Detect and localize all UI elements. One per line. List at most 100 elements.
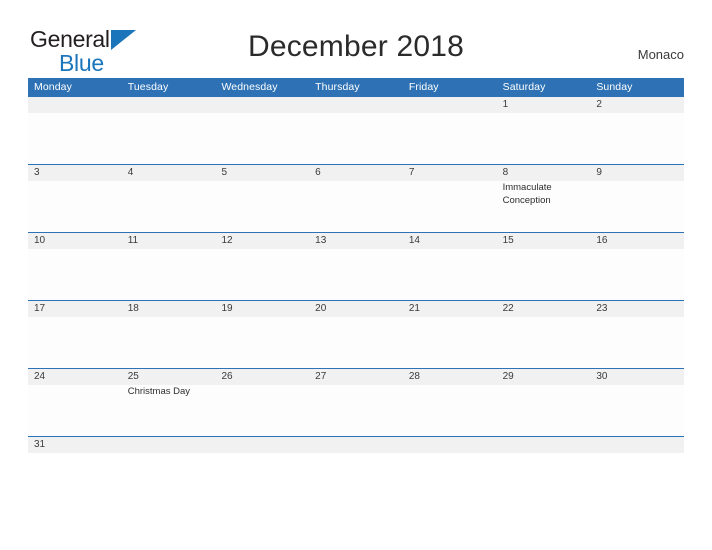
week-event-band bbox=[28, 113, 684, 164]
day-number[interactable]: 12 bbox=[215, 233, 309, 249]
day-cell[interactable] bbox=[590, 181, 684, 232]
day-number[interactable]: 23 bbox=[590, 301, 684, 317]
day-number[interactable]: 6 bbox=[309, 165, 403, 181]
weekday-header-row: Monday Tuesday Wednesday Thursday Friday… bbox=[28, 78, 684, 96]
day-number[interactable]: 1 bbox=[497, 97, 591, 113]
week-date-band: 10 11 12 13 14 15 16 bbox=[28, 233, 684, 249]
day-number[interactable]: 16 bbox=[590, 233, 684, 249]
day-number[interactable] bbox=[403, 437, 497, 453]
day-number[interactable]: 31 bbox=[28, 437, 122, 453]
day-number[interactable] bbox=[215, 437, 309, 453]
day-cell[interactable] bbox=[28, 385, 122, 436]
day-cell[interactable] bbox=[122, 113, 216, 164]
day-number[interactable]: 4 bbox=[122, 165, 216, 181]
day-cell[interactable] bbox=[28, 181, 122, 232]
day-number[interactable]: 14 bbox=[403, 233, 497, 249]
day-cell[interactable] bbox=[215, 113, 309, 164]
day-number[interactable]: 8 bbox=[497, 165, 591, 181]
day-cell[interactable] bbox=[590, 249, 684, 300]
day-number[interactable]: 25 bbox=[122, 369, 216, 385]
day-cell[interactable] bbox=[590, 113, 684, 164]
day-cell[interactable] bbox=[403, 249, 497, 300]
week-event-band: Immaculate Conception bbox=[28, 181, 684, 232]
day-cell[interactable] bbox=[28, 113, 122, 164]
day-number[interactable] bbox=[497, 437, 591, 453]
day-number[interactable] bbox=[122, 97, 216, 113]
day-number[interactable]: 30 bbox=[590, 369, 684, 385]
day-number[interactable]: 26 bbox=[215, 369, 309, 385]
day-number[interactable] bbox=[309, 97, 403, 113]
day-number[interactable]: 13 bbox=[309, 233, 403, 249]
day-cell[interactable] bbox=[28, 249, 122, 300]
day-number[interactable] bbox=[590, 437, 684, 453]
day-cell[interactable] bbox=[215, 385, 309, 436]
week-row: 1 2 bbox=[28, 96, 684, 164]
day-number[interactable]: 21 bbox=[403, 301, 497, 317]
day-number[interactable]: 18 bbox=[122, 301, 216, 317]
day-number[interactable]: 10 bbox=[28, 233, 122, 249]
day-cell[interactable] bbox=[215, 249, 309, 300]
day-number[interactable] bbox=[215, 97, 309, 113]
week-date-band: 3 4 5 6 7 8 9 bbox=[28, 165, 684, 181]
week-date-band: 24 25 26 27 28 29 30 bbox=[28, 369, 684, 385]
week-event-band: Christmas Day bbox=[28, 385, 684, 436]
day-cell[interactable] bbox=[122, 181, 216, 232]
week-event-band bbox=[28, 317, 684, 368]
day-cell[interactable] bbox=[215, 317, 309, 368]
week-row: 17 18 19 20 21 22 23 bbox=[28, 300, 684, 368]
day-number[interactable] bbox=[122, 437, 216, 453]
week-date-band: 1 2 bbox=[28, 97, 684, 113]
day-cell[interactable] bbox=[309, 249, 403, 300]
day-cell[interactable] bbox=[309, 385, 403, 436]
day-number[interactable]: 5 bbox=[215, 165, 309, 181]
weekday-header-saturday: Saturday bbox=[502, 81, 546, 93]
weekday-header-sunday: Sunday bbox=[596, 81, 633, 93]
day-cell[interactable]: Christmas Day bbox=[122, 385, 216, 436]
week-date-band: 31 bbox=[28, 437, 684, 453]
day-event-christmas-day: Christmas Day bbox=[127, 386, 191, 397]
weekday-header-friday: Friday bbox=[408, 81, 439, 93]
day-cell[interactable] bbox=[497, 113, 591, 164]
week-event-band bbox=[28, 249, 684, 300]
day-cell[interactable] bbox=[590, 317, 684, 368]
day-cell[interactable]: Immaculate Conception bbox=[497, 181, 591, 232]
day-number[interactable] bbox=[28, 97, 122, 113]
day-cell[interactable] bbox=[215, 181, 309, 232]
week-date-band: 17 18 19 20 21 22 23 bbox=[28, 301, 684, 317]
day-number[interactable]: 17 bbox=[28, 301, 122, 317]
day-cell[interactable] bbox=[28, 317, 122, 368]
day-cell[interactable] bbox=[403, 317, 497, 368]
week-row: 10 11 12 13 14 15 16 bbox=[28, 232, 684, 300]
day-number[interactable]: 29 bbox=[497, 369, 591, 385]
day-number[interactable]: 19 bbox=[215, 301, 309, 317]
day-cell[interactable] bbox=[309, 113, 403, 164]
day-cell[interactable] bbox=[403, 385, 497, 436]
day-cell[interactable] bbox=[403, 113, 497, 164]
week-row: 24 25 26 27 28 29 30 Christmas Day bbox=[28, 368, 684, 436]
day-cell[interactable] bbox=[122, 317, 216, 368]
day-number[interactable]: 3 bbox=[28, 165, 122, 181]
day-number[interactable]: 27 bbox=[309, 369, 403, 385]
day-number[interactable]: 22 bbox=[497, 301, 591, 317]
day-cell[interactable] bbox=[309, 317, 403, 368]
day-number[interactable]: 15 bbox=[497, 233, 591, 249]
day-number[interactable]: 9 bbox=[590, 165, 684, 181]
day-number[interactable]: 11 bbox=[122, 233, 216, 249]
day-number[interactable]: 20 bbox=[309, 301, 403, 317]
page-header: General Blue December 2018 Monaco bbox=[0, 0, 712, 76]
day-cell[interactable] bbox=[497, 317, 591, 368]
day-cell[interactable] bbox=[497, 249, 591, 300]
day-number[interactable]: 24 bbox=[28, 369, 122, 385]
day-cell[interactable] bbox=[590, 385, 684, 436]
weekday-header-tuesday: Tuesday bbox=[127, 81, 169, 93]
day-cell[interactable] bbox=[497, 385, 591, 436]
day-number[interactable]: 7 bbox=[403, 165, 497, 181]
day-cell[interactable] bbox=[309, 181, 403, 232]
day-cell[interactable] bbox=[403, 181, 497, 232]
day-cell[interactable] bbox=[122, 249, 216, 300]
day-number[interactable]: 28 bbox=[403, 369, 497, 385]
day-number[interactable]: 2 bbox=[590, 97, 684, 113]
week-row: 31 bbox=[28, 436, 684, 453]
day-number[interactable] bbox=[403, 97, 497, 113]
day-number[interactable] bbox=[309, 437, 403, 453]
